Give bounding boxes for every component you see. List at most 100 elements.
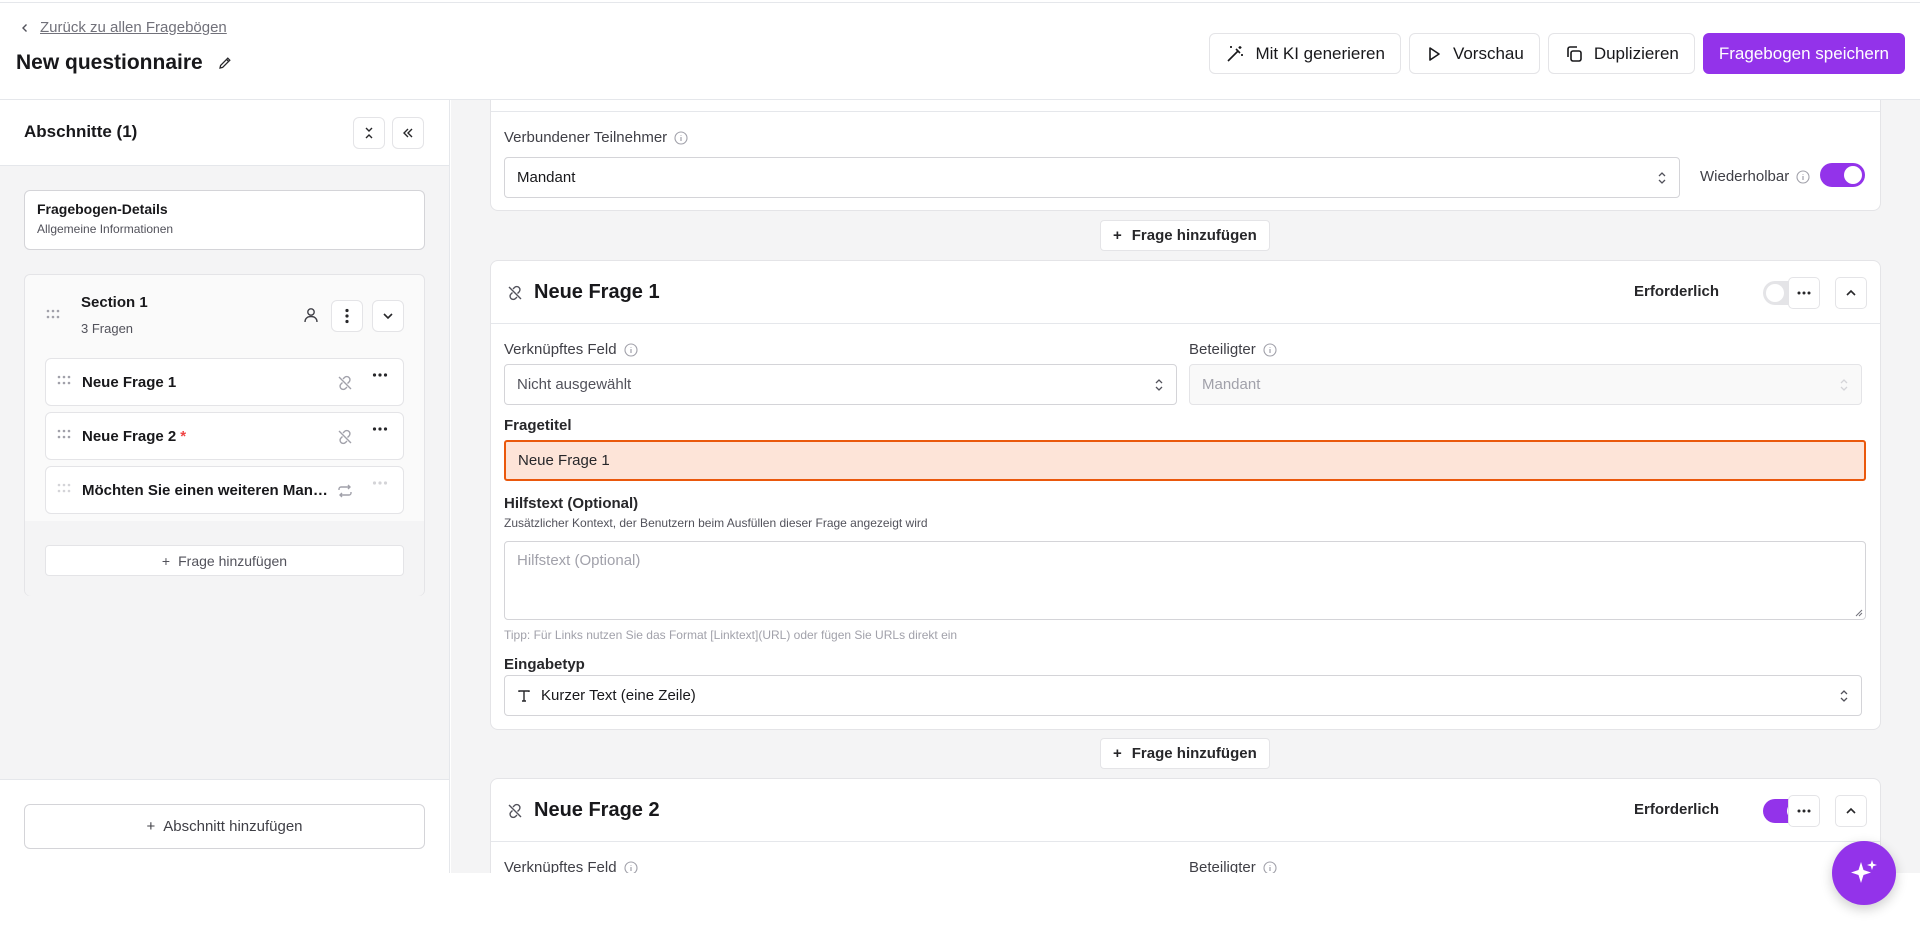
sections-sidebar: Abschnitte (1) Fragebogen-Details Allgem… — [0, 100, 450, 873]
help-text-description: Zusätzlicher Kontext, der Benutzern beim… — [504, 516, 928, 530]
info-icon[interactable] — [624, 860, 638, 873]
help-text-label: Hilfstext (Optional) — [504, 495, 639, 512]
plus-icon: + — [1113, 227, 1122, 244]
add-question-button[interactable]: + Frage hinzufügen — [1100, 220, 1270, 251]
question-title-row: Neue Frage 2 — [506, 799, 660, 822]
sidebar-question-label: Neue Frage 2 * — [82, 428, 187, 445]
help-text-tip: Tipp: Für Links nutzen Sie das Format [L… — [504, 628, 958, 642]
sidebar-question-label: Neue Frage 1 — [82, 374, 177, 391]
questionnaire-details-card[interactable]: Fragebogen-Details Allgemeine Informatio… — [24, 190, 425, 250]
divider — [491, 841, 1880, 842]
sidebar-question-item[interactable]: Neue Frage 2 * — [45, 412, 404, 460]
section-expand-button[interactable] — [372, 300, 404, 332]
chevron-up-icon — [1846, 289, 1856, 296]
duplicate-button[interactable]: Duplizieren — [1547, 33, 1695, 74]
repeatable-toggle[interactable] — [1820, 163, 1865, 187]
preview-button[interactable]: Vorschau — [1408, 33, 1540, 74]
save-questionnaire-button[interactable]: Fragebogen speichern — [1702, 33, 1905, 74]
unlink-icon — [336, 374, 354, 392]
sidebar-title: Abschnitte (1) — [24, 122, 138, 141]
info-icon[interactable] — [1263, 860, 1277, 873]
back-link-label: Zurück zu allen Fragebögen — [40, 19, 227, 36]
divider — [491, 323, 1880, 324]
question-more-button[interactable] — [1788, 277, 1820, 309]
ai-generate-button[interactable]: Mit KI generieren — [1209, 33, 1401, 74]
sidebar-question-item[interactable]: Neue Frage 1 — [45, 358, 404, 406]
repeat-icon — [336, 482, 354, 500]
section-settings-card: Verbundener Teilnehmer Mandant Wiederhol… — [490, 100, 1881, 211]
sidebar-add-question-label: Frage hinzufügen — [178, 552, 288, 569]
divider — [491, 111, 1880, 112]
chevron-left-icon — [20, 23, 30, 33]
help-text-textarea[interactable]: Hilfstext (Optional) — [504, 541, 1866, 620]
edit-title-button[interactable] — [213, 51, 237, 75]
header-actions: Mit KI generieren Vorschau Duplizieren F… — [1209, 33, 1905, 74]
page-title: New questionnaire — [16, 51, 203, 74]
more-icon — [1797, 809, 1811, 813]
ai-assistant-button[interactable] — [1832, 841, 1896, 905]
unlink-icon — [506, 802, 524, 820]
add-section-button[interactable]: + Abschnitt hinzufügen — [24, 804, 425, 849]
section-name: Section 1 — [81, 294, 148, 311]
drag-handle-icon[interactable] — [45, 309, 61, 319]
sidebar-add-question-button[interactable]: + Frage hinzufügen — [45, 545, 404, 576]
add-question-label: Frage hinzufügen — [1131, 745, 1257, 762]
sidebar-body: Fragebogen-Details Allgemeine Informatio… — [0, 166, 449, 779]
required-label: Erforderlich — [1634, 801, 1720, 818]
info-icon[interactable] — [1263, 342, 1277, 357]
repeatable-label: Wiederholbar — [1700, 168, 1810, 185]
connected-participant-label: Verbundener Teilnehmer — [504, 129, 688, 146]
resize-handle-icon[interactable] — [1855, 609, 1863, 617]
back-link[interactable]: Zurück zu allen Fragebögen — [20, 19, 227, 36]
question-title-row: Neue Frage 1 — [506, 281, 660, 304]
sparkles-icon — [1851, 860, 1877, 883]
add-question-button[interactable]: + Frage hinzufügen — [1100, 738, 1270, 769]
input-type-select[interactable]: Kurzer Text (eine Zeile) — [504, 675, 1862, 716]
plus-icon: + — [146, 818, 156, 835]
section-more-button[interactable] — [331, 300, 363, 332]
drag-handle-icon[interactable] — [56, 429, 72, 439]
select-caret-icon — [1839, 378, 1849, 392]
more-icon[interactable] — [372, 481, 388, 485]
question-collapse-button[interactable] — [1835, 277, 1867, 309]
user-icon[interactable] — [302, 306, 320, 324]
party-label: Beteiligter — [1189, 341, 1277, 358]
section-header[interactable]: Section 1 3 Fragen — [25, 275, 424, 357]
info-icon[interactable] — [674, 130, 688, 145]
plus-icon: + — [161, 552, 171, 569]
question-collapse-button[interactable] — [1835, 795, 1867, 827]
info-icon[interactable] — [624, 342, 638, 357]
magic-wand-icon — [1227, 45, 1244, 62]
more-icon — [1797, 291, 1811, 295]
question-title-input[interactable]: Neue Frage 1 — [504, 440, 1866, 481]
required-asterisk: * — [180, 428, 187, 445]
question-card: Neue Frage 1 Erforderlich Verknüpftes Fe… — [490, 260, 1881, 730]
linked-field-select[interactable]: Nicht ausgewählt — [504, 364, 1177, 405]
collapse-sidebar-button[interactable] — [392, 117, 424, 149]
info-icon[interactable] — [1796, 169, 1810, 184]
more-icon — [345, 308, 349, 324]
sidebar-question-label: Möchten Sie einen weiteren Mandanten hin… — [82, 482, 329, 499]
unlink-icon — [336, 428, 354, 446]
select-caret-icon — [1839, 689, 1849, 703]
select-caret-icon — [1154, 378, 1164, 392]
sidebar-header: Abschnitte (1) — [0, 100, 449, 166]
drag-handle-icon[interactable] — [56, 375, 72, 385]
sidebar-question-item[interactable]: Möchten Sie einen weiteren Mandanten hin… — [45, 466, 404, 514]
required-label: Erforderlich — [1634, 283, 1720, 300]
sidebar-footer: + Abschnitt hinzufügen — [0, 779, 449, 873]
drag-handle-icon[interactable] — [56, 483, 72, 493]
linked-field-label: Verknüpftes Feld — [504, 341, 638, 358]
party-label: Beteiligter — [1189, 859, 1277, 873]
question-title-label: Fragetitel — [504, 417, 572, 434]
connected-participant-value: Mandant — [517, 169, 576, 186]
page-header: Zurück zu allen Fragebögen New questionn… — [0, 3, 1920, 100]
section-question-count: 3 Fragen — [81, 321, 134, 336]
question-more-button[interactable] — [1788, 795, 1820, 827]
connected-participant-select[interactable]: Mandant — [504, 157, 1680, 198]
collapse-all-button[interactable] — [353, 117, 385, 149]
more-icon[interactable] — [372, 373, 388, 377]
chevron-down-icon — [383, 313, 393, 320]
party-value: Mandant — [1202, 376, 1261, 393]
more-icon[interactable] — [372, 427, 388, 431]
